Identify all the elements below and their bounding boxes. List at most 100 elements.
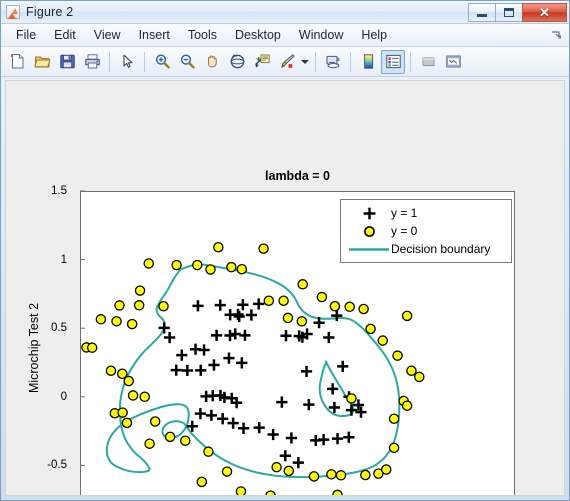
data-point-positive [343, 431, 355, 443]
data-point-positive [327, 383, 339, 395]
data-point-positive [253, 298, 265, 310]
data-point-positive [280, 330, 292, 342]
data-point-positive [318, 434, 330, 446]
legend-icon[interactable] [381, 49, 405, 74]
plot-wrapper: lambda = 0 Microchip Test 2 Microchip Te… [6, 81, 564, 495]
data-point-negative [143, 258, 154, 269]
data-point-negative [158, 300, 169, 312]
menu-help[interactable]: Help [352, 26, 396, 44]
menu-view[interactable]: View [85, 26, 130, 44]
data-point-negative [297, 279, 308, 290]
data-point-negative [308, 471, 320, 482]
data-point-positive [170, 364, 182, 376]
figure-window: Figure 2 ✕ File Edit View Insert Tools D… [0, 0, 570, 501]
data-point-negative [180, 435, 191, 446]
data-point-positive [300, 365, 313, 378]
data-point-negative [283, 465, 295, 477]
menu-insert[interactable]: Insert [130, 26, 179, 44]
data-point-negative [117, 407, 128, 418]
toolbar-separator [315, 51, 316, 72]
data-point-negative [205, 264, 216, 275]
data-point-positive [331, 433, 344, 445]
menu-tools[interactable]: Tools [179, 26, 226, 44]
minimize-button[interactable] [468, 2, 496, 22]
menu-window[interactable]: Window [290, 26, 352, 44]
data-point-negative [95, 314, 107, 325]
open-file-icon[interactable] [30, 50, 54, 74]
circle-marker-icon [347, 224, 391, 239]
title-bar: Figure 2 ✕ [1, 1, 569, 24]
zoom-out-icon[interactable] [175, 50, 199, 74]
legend-label-boundary: Decision boundary [391, 242, 491, 256]
show-plot-tools-icon[interactable] [441, 50, 465, 74]
plus-marker-icon [347, 206, 391, 221]
data-point-positive [181, 364, 193, 377]
data-point-negative [105, 365, 117, 376]
matlab-figure-icon [5, 4, 21, 20]
toolbar [1, 47, 569, 77]
data-point-positive [164, 331, 176, 344]
data-point-negative [380, 464, 392, 475]
data-point-negative [221, 466, 233, 477]
data-point-negative [258, 243, 269, 254]
menu-edit[interactable]: Edit [45, 26, 85, 44]
line-marker-icon [347, 242, 391, 257]
data-point-positive [292, 457, 304, 469]
data-point-positive [229, 328, 241, 340]
data-point-positive [323, 331, 335, 344]
zoom-in-icon[interactable] [150, 50, 174, 74]
data-point-negative [144, 438, 155, 449]
data-point-positive [337, 360, 349, 372]
figure-canvas[interactable]: lambda = 0 Microchip Test 2 Microchip Te… [5, 80, 565, 496]
data-point-negative [171, 259, 182, 271]
data-point-negative [164, 431, 176, 443]
print-figure-icon[interactable] [80, 50, 104, 74]
link-plot-icon[interactable] [321, 50, 345, 74]
data-point-negative [127, 390, 139, 401]
data-point-negative [344, 301, 355, 313]
menu-file[interactable]: File [7, 26, 45, 44]
data-point-negative [265, 490, 276, 495]
data-point-negative [123, 375, 134, 387]
data-point-negative [358, 303, 369, 315]
data-point-negative [192, 259, 203, 271]
menu-desktop[interactable]: Desktop [226, 26, 290, 44]
data-point-negative [335, 470, 347, 481]
chart-legend[interactable]: y = 1 y = 0 Decision boundary [340, 199, 512, 263]
colorbar-icon[interactable] [356, 50, 380, 74]
data-point-negative [203, 446, 214, 457]
close-button[interactable]: ✕ [522, 2, 567, 22]
data-point-positive [176, 349, 188, 361]
scatter-plot [80, 190, 425, 495]
data-point-negative [111, 316, 122, 327]
pan-hand-icon[interactable] [200, 50, 224, 74]
toolbar-separator [350, 51, 351, 72]
data-point-negative [278, 295, 289, 307]
new-figure-icon[interactable] [5, 50, 29, 74]
data-point-negative [126, 318, 138, 330]
pointer-select-icon[interactable] [115, 50, 139, 74]
data-point-positive [210, 329, 223, 341]
data-point-negative [114, 300, 125, 311]
legend-label-y1: y = 1 [391, 206, 418, 220]
data-point-positive [237, 299, 249, 311]
hide-plot-tools-icon[interactable] [416, 50, 440, 74]
data-point-negative [414, 371, 425, 383]
maximize-button[interactable] [495, 2, 523, 22]
data-point-negative [196, 476, 208, 488]
rotate-3d-icon[interactable] [225, 50, 249, 74]
save-figure-icon[interactable] [55, 50, 79, 74]
legend-entry-boundary: Decision boundary [347, 240, 505, 258]
data-point-positive [355, 406, 367, 418]
brush-data-icon[interactable] [275, 50, 299, 74]
data-point-negative [226, 261, 237, 273]
data-point-positive [237, 422, 250, 434]
data-point-positive [285, 432, 298, 444]
data-point-negative [263, 295, 275, 307]
data-point-negative [316, 291, 328, 303]
data-point-positive [236, 357, 248, 369]
data-cursor-icon[interactable] [250, 50, 274, 74]
menu-overflow-arrow-icon[interactable] [551, 30, 562, 41]
brush-dropdown-caret-icon[interactable] [300, 50, 310, 74]
data-point-positive [227, 417, 239, 429]
